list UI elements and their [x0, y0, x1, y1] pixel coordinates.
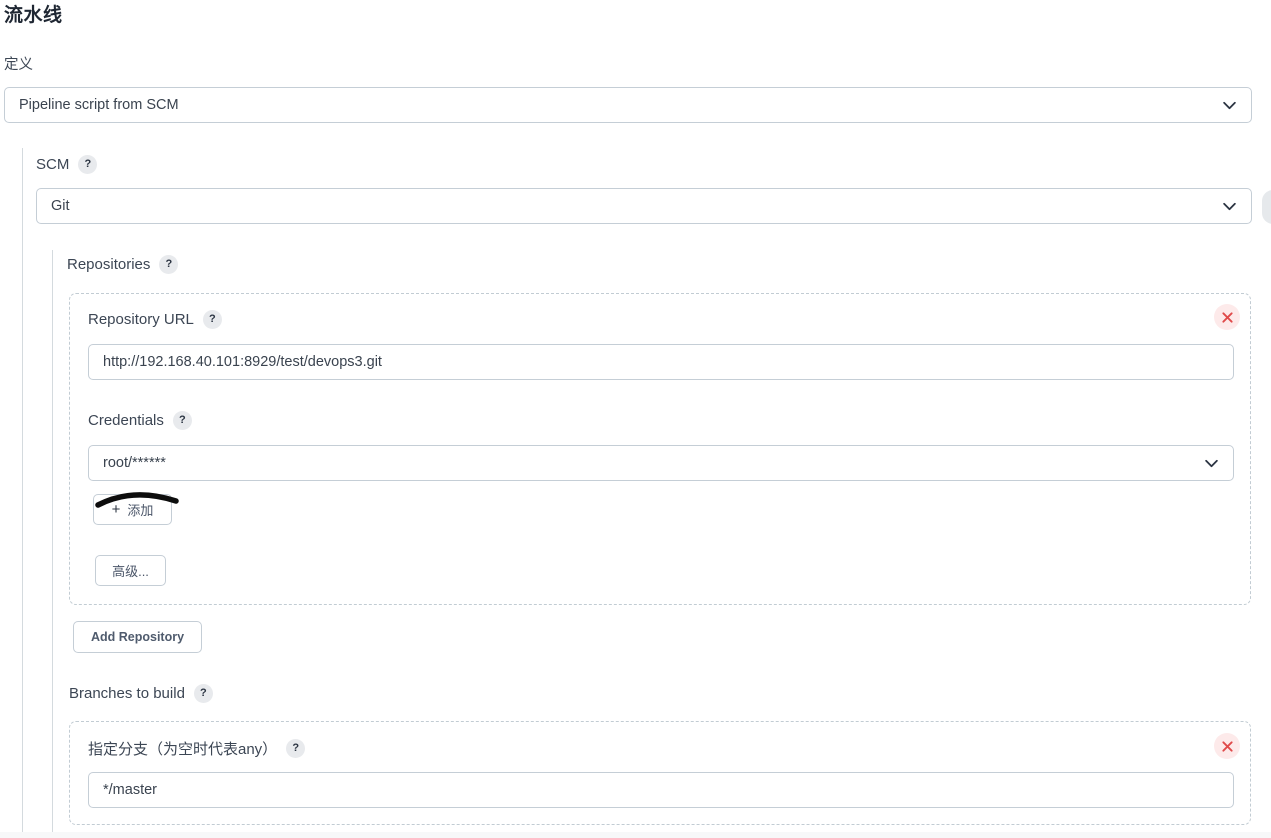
branch-specifier-input[interactable]: */master [88, 772, 1234, 808]
credentials-help-icon[interactable]: ? [172, 411, 192, 430]
branches-label: Branches to build [69, 685, 185, 702]
advanced-button[interactable]: 高级... [95, 555, 166, 586]
repositories-label: Repositories [67, 256, 151, 273]
branches-label-row: Branches to build ? [69, 684, 213, 703]
pipeline-config-page: 流水线 定义 Pipeline script from SCM SCM ? Gi… [0, 0, 1271, 838]
branch-specifier-label-row: 指定分支（为空时代表any） ? [88, 738, 306, 759]
plus-icon: + [111, 501, 121, 518]
add-repository-label: Add Repository [90, 630, 185, 644]
page-title: 流水线 [4, 5, 63, 26]
add-credentials-button[interactable]: + 添加 [93, 494, 172, 525]
definition-label: 定义 [4, 57, 33, 73]
repositories-help-icon[interactable]: ? [159, 255, 179, 274]
scm-select-value: Git [51, 198, 70, 214]
credentials-select[interactable]: root/****** [88, 445, 1234, 481]
branch-specifier-help-icon[interactable]: ? [286, 739, 306, 758]
scm-label-row: SCM ? [36, 155, 98, 174]
repositories-label-row: Repositories ? [67, 255, 179, 274]
add-credentials-label: 添加 [127, 503, 154, 518]
scm-help-icon[interactable]: ? [78, 155, 98, 174]
chevron-down-icon [1223, 101, 1236, 109]
branches-help-icon[interactable]: ? [193, 684, 213, 703]
close-icon [1221, 311, 1233, 323]
credentials-label: Credentials [88, 412, 164, 429]
branch-delete-button[interactable] [1214, 733, 1240, 759]
edge-clipped-control[interactable] [1262, 190, 1271, 224]
chevron-down-icon [1205, 459, 1218, 467]
repository-delete-button[interactable] [1214, 304, 1240, 330]
close-icon [1221, 740, 1233, 752]
definition-select-value: Pipeline script from SCM [19, 97, 179, 113]
credentials-label-row: Credentials ? [88, 411, 192, 430]
repository-url-label-row: Repository URL ? [88, 310, 222, 329]
repository-url-help-icon[interactable]: ? [202, 310, 222, 329]
repositories-section-rail [52, 250, 53, 838]
repository-url-value: http://192.168.40.101:8929/test/devops3.… [103, 354, 382, 370]
chevron-down-icon [1223, 202, 1236, 210]
scm-label: SCM [36, 156, 70, 173]
repository-url-input[interactable]: http://192.168.40.101:8929/test/devops3.… [88, 344, 1234, 380]
repository-url-label: Repository URL [88, 311, 194, 328]
credentials-select-value: root/****** [103, 455, 166, 471]
definition-select[interactable]: Pipeline script from SCM [4, 87, 1252, 123]
branch-specifier-label: 指定分支（为空时代表any） [88, 741, 278, 758]
scm-select[interactable]: Git [36, 188, 1252, 224]
scm-section-rail [22, 148, 23, 838]
branch-specifier-value: */master [103, 782, 157, 798]
add-repository-button[interactable]: Add Repository [73, 621, 202, 653]
page-bottom-strip [0, 832, 1271, 838]
advanced-label: 高级... [112, 564, 149, 579]
